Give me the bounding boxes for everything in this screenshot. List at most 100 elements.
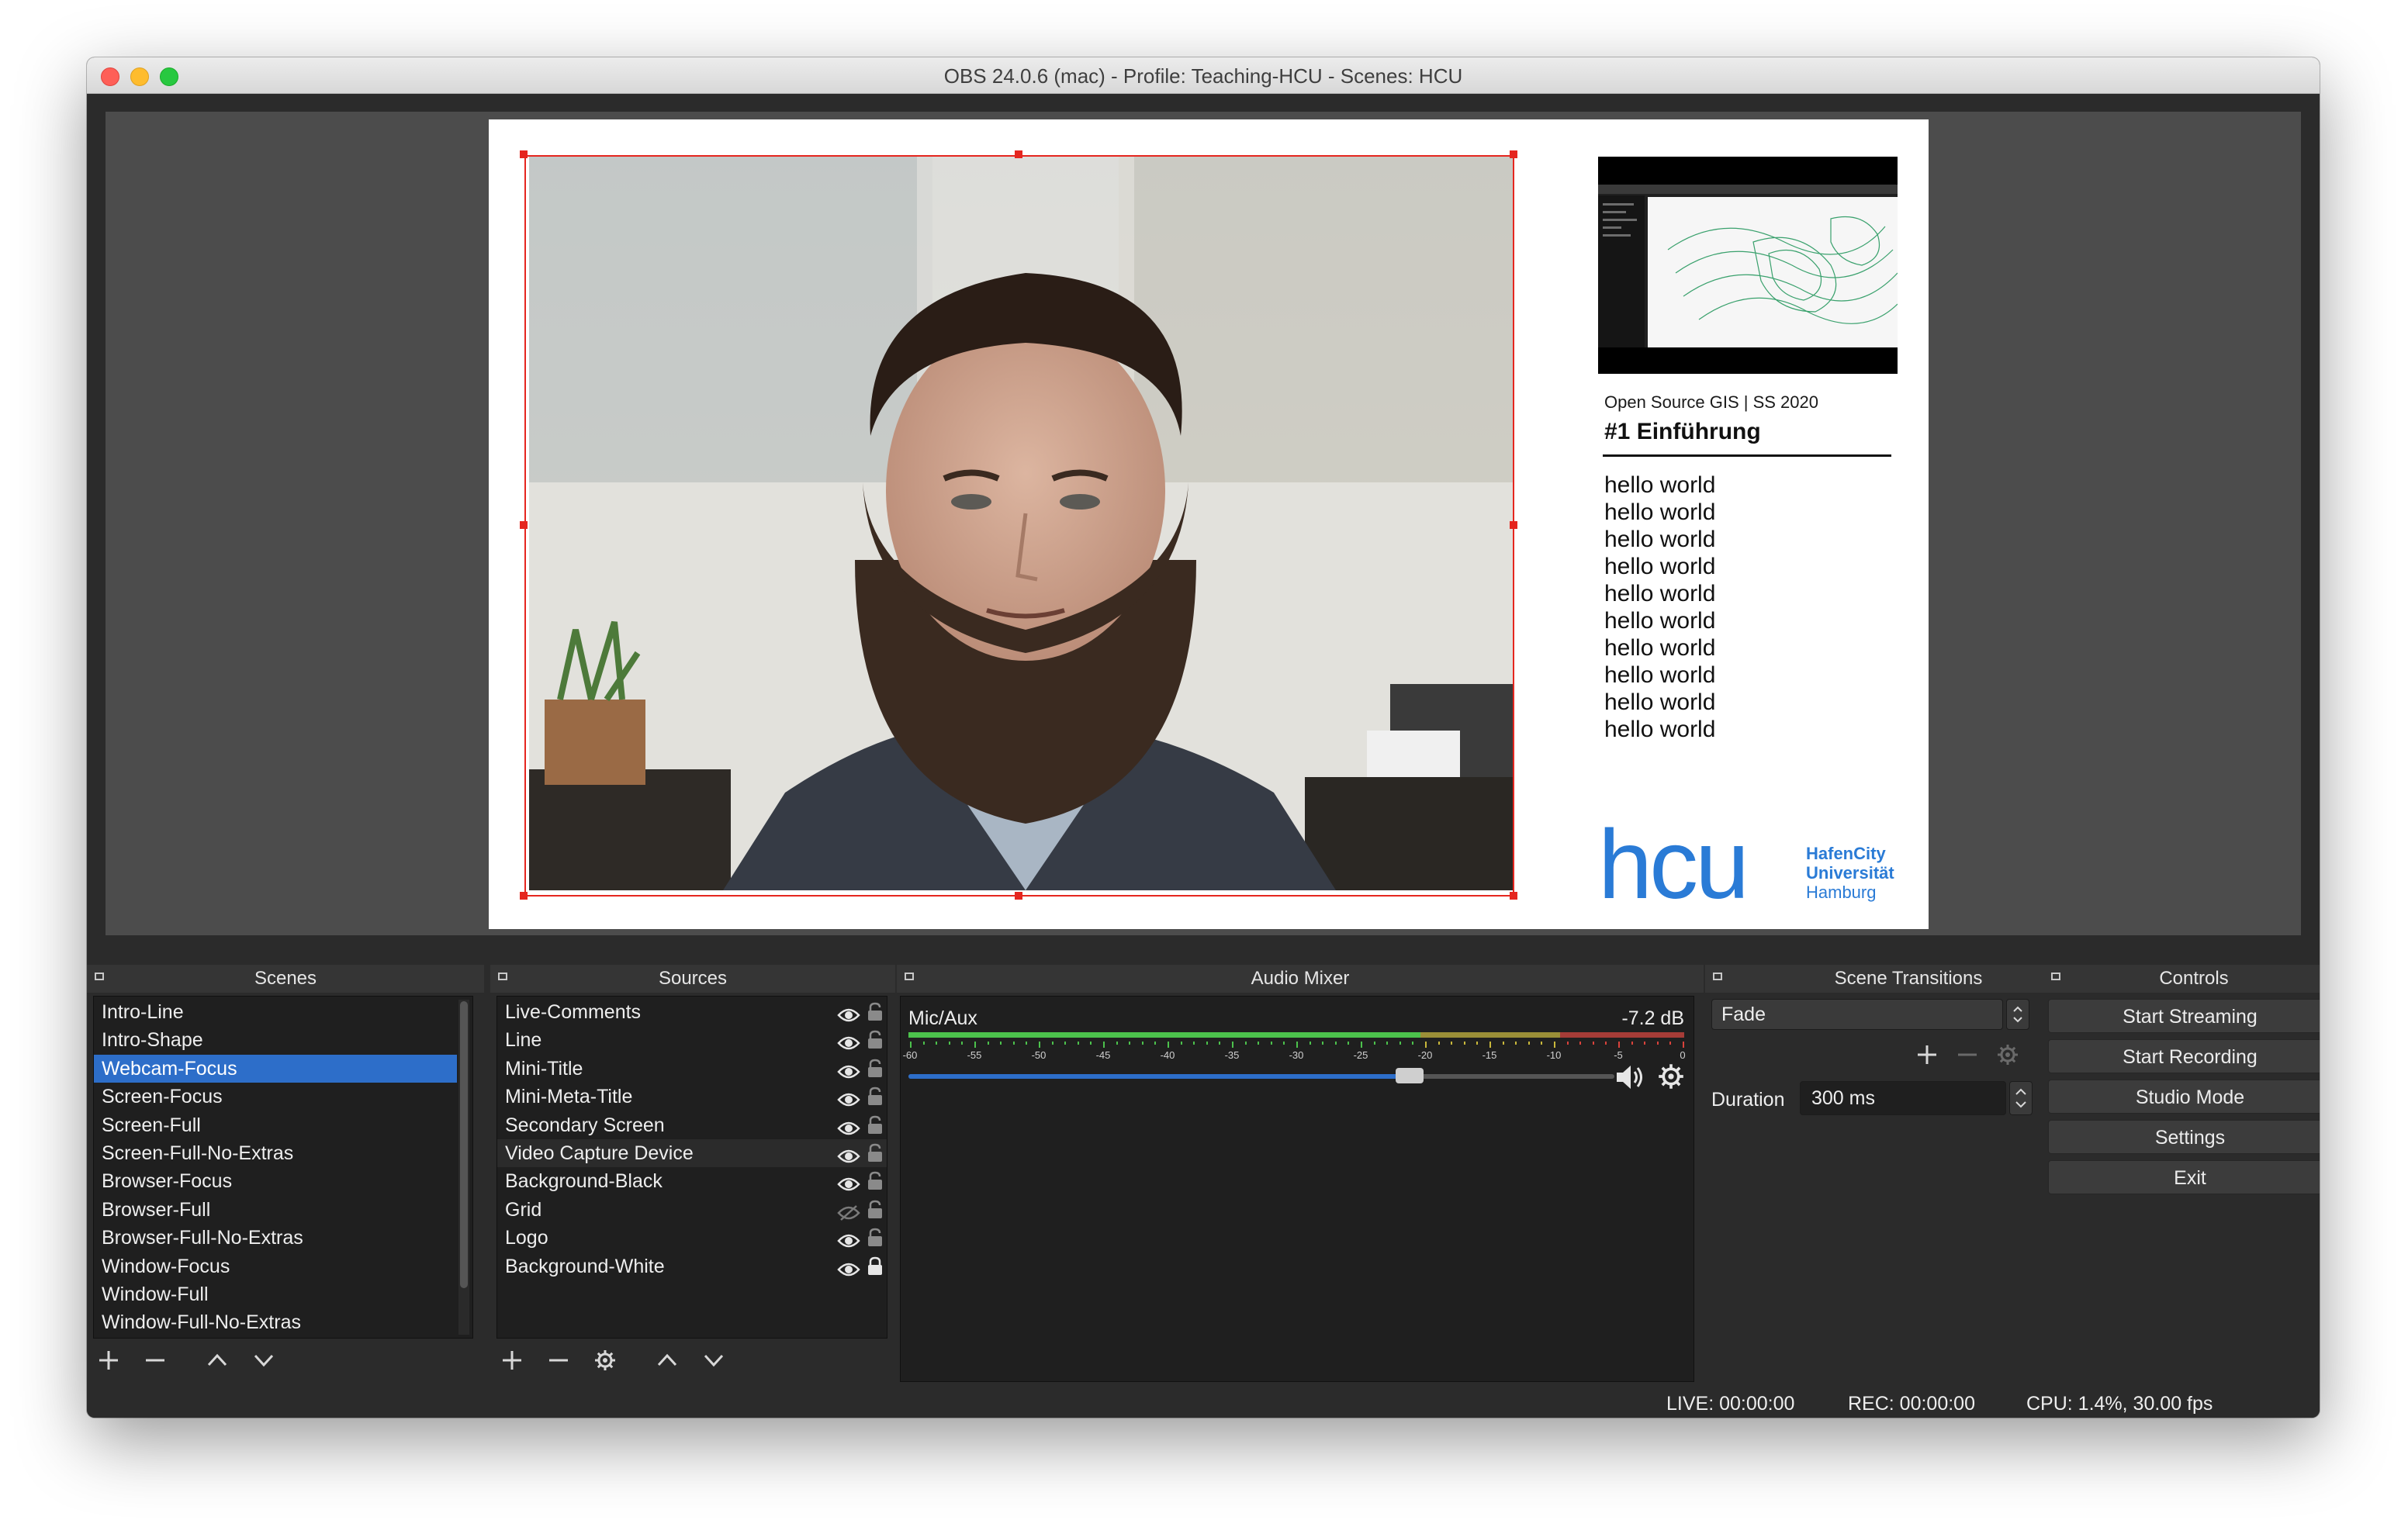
scale-minor-tick	[1077, 1042, 1079, 1045]
add-scene-button[interactable]	[93, 1342, 124, 1377]
scale-minor-tick	[1669, 1042, 1672, 1045]
scale-label: -10	[1546, 1049, 1562, 1061]
source-item[interactable]: Mini-Title	[497, 1055, 887, 1083]
plus-icon	[503, 1351, 521, 1370]
resize-handle[interactable]	[520, 892, 528, 900]
float-dock-icon[interactable]	[1713, 973, 1722, 980]
up-down-icon	[2013, 1006, 2022, 1023]
resize-handle[interactable]	[520, 521, 528, 529]
source-item[interactable]: Secondary Screen	[497, 1111, 887, 1139]
scale-label: -15	[1482, 1049, 1497, 1061]
course-subtitle: Open Source GIS | SS 2020	[1604, 392, 1818, 412]
scale-minor-tick	[1476, 1042, 1479, 1045]
remove-source-button[interactable]	[543, 1342, 574, 1377]
remove-transition-button[interactable]	[1952, 1036, 1983, 1072]
scale-minor-tick	[987, 1042, 989, 1045]
comment-line: hello world	[1604, 689, 1716, 715]
scale-tick	[1232, 1042, 1233, 1048]
add-source-button[interactable]	[496, 1342, 528, 1377]
scene-item[interactable]: Window-Full-No-Extras	[94, 1308, 457, 1336]
comment-line: hello world	[1604, 581, 1716, 606]
source-properties-button[interactable]	[590, 1342, 621, 1377]
transition-select-arrows[interactable]	[2006, 999, 2029, 1030]
duration-input[interactable]: 300 ms	[1800, 1081, 2006, 1115]
logo-line: HafenCity	[1806, 844, 1886, 863]
eye-icon[interactable]	[837, 1258, 860, 1286]
move-source-up-button[interactable]	[652, 1342, 683, 1377]
exit-button[interactable]: Exit	[2048, 1160, 2320, 1194]
minus-icon	[146, 1359, 164, 1362]
source-item[interactable]: Logo	[497, 1224, 887, 1252]
source-name: Video Capture Device	[505, 1142, 694, 1164]
move-scene-down-button[interactable]	[248, 1342, 279, 1377]
scene-transitions-title: Scene Transitions	[1834, 968, 1983, 989]
scale-tick	[1039, 1042, 1040, 1048]
resize-handle[interactable]	[520, 150, 528, 158]
scene-item[interactable]: Intro-Line	[94, 998, 457, 1026]
source-item[interactable]: Line	[497, 1026, 887, 1054]
resize-handle[interactable]	[1015, 892, 1022, 900]
scale-tick	[910, 1042, 912, 1048]
float-dock-icon[interactable]	[95, 973, 104, 980]
svg-text:hcu: hcu	[1598, 822, 1746, 907]
transition-select[interactable]: Fade	[1711, 999, 2003, 1030]
studio-mode-button[interactable]: Studio Mode	[2048, 1080, 2320, 1114]
scale-label: -45	[1095, 1049, 1111, 1061]
scene-item[interactable]: Browser-Focus	[94, 1167, 457, 1195]
source-item[interactable]: Background-White	[497, 1252, 887, 1280]
volume-slider[interactable]	[908, 1068, 1614, 1083]
comment-line: hello world	[1604, 717, 1716, 742]
preview-area[interactable]: Open Source GIS | SS 2020 #1 Einführung …	[106, 112, 2301, 935]
source-selection-box[interactable]	[524, 155, 1514, 897]
resize-handle[interactable]	[1015, 150, 1022, 158]
scale-label: -60	[902, 1049, 918, 1061]
scale-minor-tick	[1334, 1042, 1337, 1045]
preview-canvas[interactable]: Open Source GIS | SS 2020 #1 Einführung …	[489, 119, 1929, 929]
start-streaming-button[interactable]: Start Streaming	[2048, 999, 2320, 1033]
scale-minor-tick	[1592, 1042, 1594, 1045]
scene-item[interactable]: Webcam-Focus	[94, 1054, 457, 1083]
source-item[interactable]: Background-Black	[497, 1167, 887, 1195]
scene-item[interactable]: Window-Focus	[94, 1252, 457, 1280]
source-item[interactable]: Live-Comments	[497, 998, 887, 1026]
scroll-thumb[interactable]	[460, 1001, 468, 1288]
chevron-up-icon	[657, 1353, 677, 1366]
scene-item[interactable]: Screen-Full	[94, 1111, 457, 1139]
gear-icon[interactable]	[1658, 1063, 1684, 1090]
db-scale: -60 -55 -50 -45 -40 -35 -30 -25 -20 -15 -10 -5 0	[903, 1042, 1686, 1065]
resize-handle[interactable]	[1510, 892, 1517, 900]
audio-mixer-dock: Audio Mixer Mic/Aux -7.2 dB -60 -55 -50 -45…	[897, 965, 1704, 1382]
move-scene-up-button[interactable]	[202, 1342, 233, 1377]
float-dock-icon[interactable]	[2051, 973, 2060, 980]
volume-slider-thumb[interactable]	[1396, 1068, 1424, 1083]
scene-item[interactable]: Intro-Shape	[94, 1026, 457, 1054]
source-item[interactable]: Mini-Meta-Title	[497, 1083, 887, 1111]
source-item[interactable]: Video Capture Device	[497, 1139, 887, 1167]
add-transition-button[interactable]	[1912, 1036, 1943, 1072]
move-source-down-button[interactable]	[698, 1342, 729, 1377]
resize-handle[interactable]	[1510, 150, 1517, 158]
float-dock-icon[interactable]	[905, 973, 914, 980]
scene-item[interactable]: Screen-Focus	[94, 1083, 457, 1111]
scale-minor-tick	[1656, 1042, 1659, 1045]
scene-item[interactable]: Screen-Full-No-Extras	[94, 1139, 457, 1167]
qgis-map-image	[1598, 157, 1898, 374]
duration-stepper[interactable]	[2009, 1081, 2033, 1115]
scene-item[interactable]: Browser-Full	[94, 1196, 457, 1224]
comment-line: hello world	[1604, 527, 1716, 552]
scenes-scrollbar[interactable]	[458, 1000, 469, 1335]
scene-item[interactable]: Window-Full	[94, 1280, 457, 1308]
minus-icon	[549, 1359, 568, 1362]
source-item[interactable]: Grid	[497, 1196, 887, 1224]
speaker-icon[interactable]	[1614, 1063, 1649, 1091]
start-recording-button[interactable]: Start Recording	[2048, 1039, 2320, 1073]
source-name: Grid	[505, 1198, 542, 1221]
remove-scene-button[interactable]	[140, 1342, 171, 1377]
settings-button[interactable]: Settings	[2048, 1120, 2320, 1154]
scene-item[interactable]: Browser-Full-No-Extras	[94, 1224, 457, 1252]
lock-icon[interactable]	[867, 1256, 884, 1284]
resize-handle[interactable]	[1510, 521, 1517, 529]
scale-minor-tick	[948, 1042, 950, 1045]
transition-properties-button[interactable]	[1992, 1036, 2023, 1072]
float-dock-icon[interactable]	[498, 973, 507, 980]
